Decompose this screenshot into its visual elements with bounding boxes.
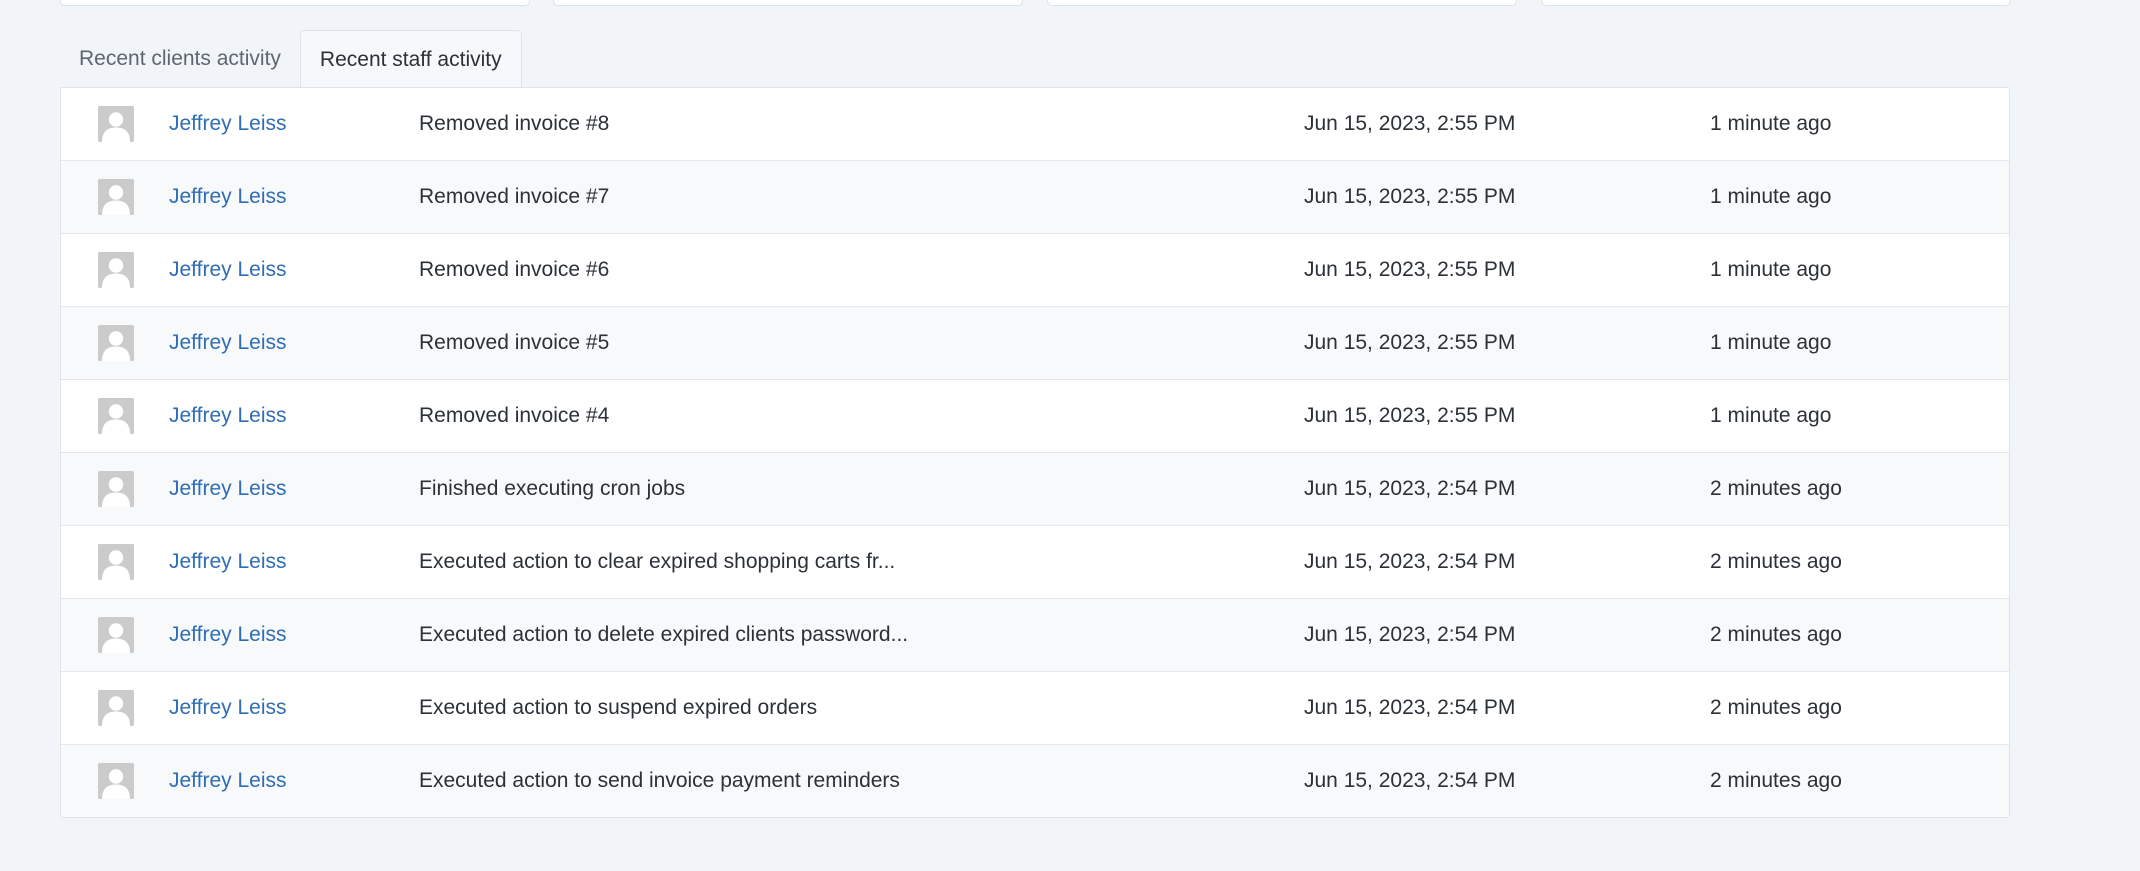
summary-card — [553, 0, 1023, 6]
staff-name-link[interactable]: Jeffrey Leiss — [169, 453, 287, 525]
activity-description: Executed action to clear expired shoppin… — [419, 550, 896, 573]
user-avatar-icon — [98, 106, 134, 142]
activity-row: Jeffrey Leiss Executed action to clear ex… — [61, 525, 2009, 598]
activity-description: Removed invoice #7 — [419, 185, 610, 208]
activity-row: Jeffrey Leiss Executed action to delete e… — [61, 598, 2009, 671]
activity-description: Removed invoice #4 — [419, 404, 610, 427]
summary-card — [1047, 0, 1517, 6]
staff-name-link[interactable]: Jeffrey Leiss — [169, 380, 287, 452]
activity-date: Jun 15, 2023, 2:54 PM — [1304, 550, 1516, 573]
activity-row: Jeffrey Leiss Finished executing cron job… — [61, 452, 2009, 525]
activity-date: Jun 15, 2023, 2:54 PM — [1304, 477, 1516, 500]
activity-relative-time: 2 minutes ago — [1710, 623, 1842, 646]
activity-relative-time: 1 minute ago — [1710, 112, 1832, 135]
activity-date: Jun 15, 2023, 2:54 PM — [1304, 623, 1516, 646]
staff-name-link[interactable]: Jeffrey Leiss — [169, 307, 287, 379]
activity-date: Jun 15, 2023, 2:54 PM — [1304, 696, 1516, 719]
user-avatar-icon — [98, 690, 134, 726]
activity-relative-time: 2 minutes ago — [1710, 696, 1842, 719]
staff-name-link[interactable]: Jeffrey Leiss — [169, 88, 287, 160]
staff-name-link[interactable]: Jeffrey Leiss — [169, 234, 287, 306]
user-avatar-icon — [98, 544, 134, 580]
activity-description: Executed action to send invoice payment … — [419, 769, 900, 792]
staff-name-link[interactable]: Jeffrey Leiss — [169, 745, 287, 817]
staff-name-link[interactable]: Jeffrey Leiss — [169, 672, 287, 744]
activity-relative-time: 2 minutes ago — [1710, 550, 1842, 573]
activity-row: Jeffrey Leiss Removed invoice #4 Jun 15, 2… — [61, 379, 2009, 452]
activity-description: Removed invoice #5 — [419, 331, 610, 354]
activity-date: Jun 15, 2023, 2:55 PM — [1304, 185, 1516, 208]
user-avatar-icon — [98, 617, 134, 653]
activity-date: Jun 15, 2023, 2:55 PM — [1304, 404, 1516, 427]
user-avatar-icon — [98, 325, 134, 361]
staff-name-link[interactable]: Jeffrey Leiss — [169, 161, 287, 233]
tab-recent-staff-activity[interactable]: Recent staff activity — [299, 30, 522, 87]
activity-date: Jun 15, 2023, 2:54 PM — [1304, 769, 1516, 792]
activity-relative-time: 1 minute ago — [1710, 258, 1832, 281]
activity-relative-time: 1 minute ago — [1710, 185, 1832, 208]
activity-row: Jeffrey Leiss Executed action to suspend … — [61, 671, 2009, 744]
activity-row: Jeffrey Leiss Executed action to send inv… — [61, 744, 2009, 817]
activity-description: Removed invoice #8 — [419, 112, 610, 135]
activity-description: Executed action to suspend expired order… — [419, 696, 818, 719]
user-avatar-icon — [98, 252, 134, 288]
activity-tabs: Recent clients activity Recent staff act… — [60, 30, 522, 87]
activity-relative-time: 2 minutes ago — [1710, 769, 1842, 792]
user-avatar-icon — [98, 179, 134, 215]
staff-name-link[interactable]: Jeffrey Leiss — [169, 599, 287, 671]
activity-description: Removed invoice #6 — [419, 258, 610, 281]
user-avatar-icon — [98, 398, 134, 434]
staff-activity-list: Jeffrey Leiss Removed invoice #8 Jun 15, 2… — [60, 87, 2010, 818]
activity-relative-time: 1 minute ago — [1710, 331, 1832, 354]
user-avatar-icon — [98, 471, 134, 507]
activity-relative-time: 2 minutes ago — [1710, 477, 1842, 500]
activity-description: Finished executing cron jobs — [419, 477, 686, 500]
activity-row: Jeffrey Leiss Removed invoice #6 Jun 15, 2… — [61, 233, 2009, 306]
summary-card — [60, 0, 530, 6]
activity-description: Executed action to delete expired client… — [419, 623, 909, 646]
activity-row: Jeffrey Leiss Removed invoice #5 Jun 15, 2… — [61, 306, 2009, 379]
activity-relative-time: 1 minute ago — [1710, 404, 1832, 427]
activity-date: Jun 15, 2023, 2:55 PM — [1304, 112, 1516, 135]
activity-row: Jeffrey Leiss Removed invoice #7 Jun 15, 2… — [61, 160, 2009, 233]
activity-date: Jun 15, 2023, 2:55 PM — [1304, 258, 1516, 281]
tab-recent-clients-activity[interactable]: Recent clients activity — [60, 30, 300, 87]
activity-date: Jun 15, 2023, 2:55 PM — [1304, 331, 1516, 354]
user-avatar-icon — [98, 763, 134, 799]
staff-name-link[interactable]: Jeffrey Leiss — [169, 526, 287, 598]
summary-card — [1541, 0, 2011, 6]
activity-row: Jeffrey Leiss Removed invoice #8 Jun 15, 2… — [61, 88, 2009, 160]
